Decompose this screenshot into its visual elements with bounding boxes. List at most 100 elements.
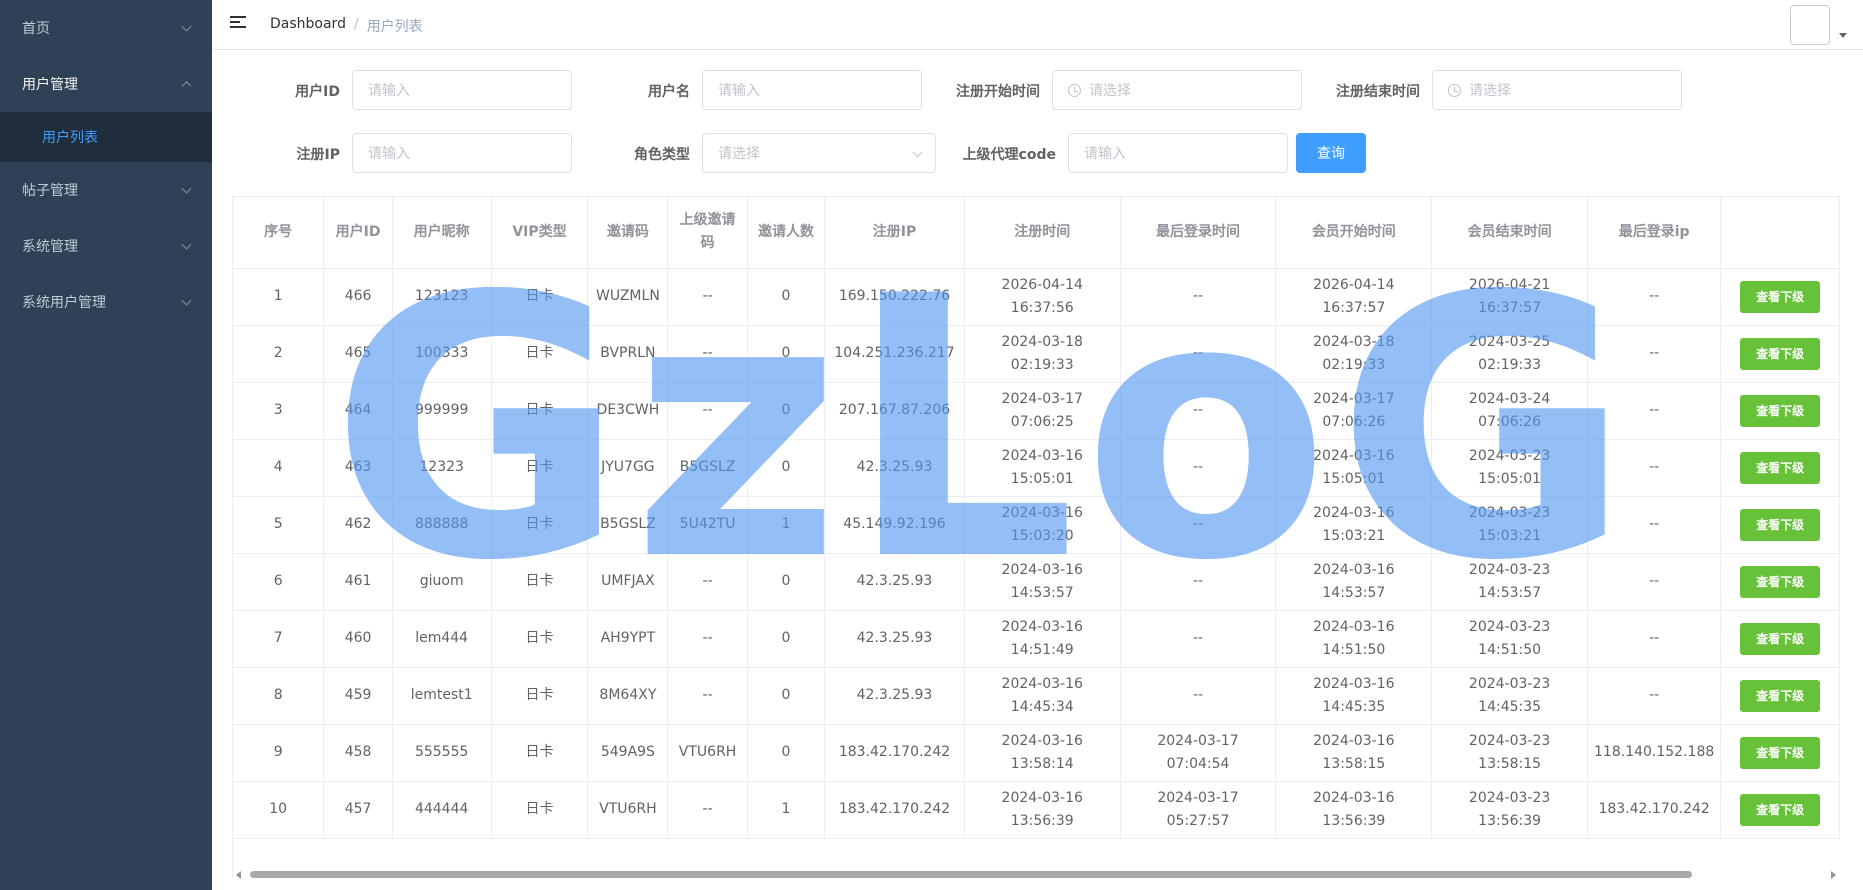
column-header: 邀请人数 (747, 197, 826, 269)
table-cell: 2024-03-23 14:45:35 (1431, 667, 1589, 725)
scroll-right-arrow-icon[interactable] (1831, 871, 1836, 879)
table-cell: -- (1120, 553, 1277, 611)
table-row: 3 464 999999 日卡 DE3CWH -- 0 207.167.87.206 2024-… (233, 382, 1840, 440)
user-id-label: 用户ID (295, 84, 340, 100)
table-cell: 0 (747, 724, 826, 782)
breadcrumb: Dashboard / 用户列表 (270, 16, 423, 36)
table-cell: 2024-03-16 13:58:14 (964, 724, 1121, 782)
column-header: 最后登录ip (1587, 197, 1722, 269)
view-subordinates-button[interactable]: 查看下级 (1740, 280, 1821, 313)
reg-end-picker[interactable]: 请选择 (1432, 70, 1682, 110)
table-cell: 2024-03-16 14:51:49 (964, 610, 1121, 668)
sidebar-item-home[interactable]: 首页 (0, 0, 212, 56)
view-subordinates-button[interactable]: 查看下级 (1740, 736, 1821, 769)
action-cell: 查看下级 (1720, 553, 1840, 611)
table-cell: 2024-03-18 02:19:33 (1275, 325, 1433, 383)
table-cell: -- (1120, 610, 1277, 668)
table-cell: -- (1120, 496, 1277, 554)
scrollbar-thumb[interactable] (250, 871, 1692, 878)
table-cell: 0 (747, 553, 826, 611)
table-cell: giuom (392, 553, 492, 611)
breadcrumb-current: 用户列表 (366, 19, 423, 35)
table-cell: 118.140.152.188 (1587, 724, 1722, 782)
table-cell: 999999 (392, 382, 492, 440)
table-cell: 2024-03-16 14:53:57 (1275, 553, 1433, 611)
table-cell: UMFJAX (587, 553, 669, 611)
user-id-input[interactable]: 请输入 (352, 70, 572, 110)
sidebar-item-user-management[interactable]: 用户管理 (0, 56, 212, 112)
column-header: 序号 (233, 197, 325, 269)
sidebar-item-system-management[interactable]: 系统管理 (0, 218, 212, 274)
username-label: 用户名 (648, 84, 690, 100)
column-header: 用户昵称 (392, 197, 492, 269)
view-subordinates-button[interactable]: 查看下级 (1740, 622, 1821, 655)
table-cell: 183.42.170.242 (1587, 781, 1722, 839)
view-subordinates-button[interactable]: 查看下级 (1740, 451, 1821, 484)
table-cell: 8M64XY (587, 667, 669, 725)
table-row: 7 460 lem444 日卡 AH9YPT -- 0 42.3.25.93 2024-03-1… (233, 610, 1840, 668)
horizontal-scrollbar[interactable] (232, 868, 1840, 880)
placeholder: 请选择 (718, 146, 760, 162)
sidebar-subitem-user-list[interactable]: 用户列表 (0, 112, 212, 162)
avatar[interactable] (1790, 5, 1830, 45)
table-cell: 555555 (392, 724, 492, 782)
column-header: 用户ID (323, 197, 393, 269)
view-subordinates-button[interactable]: 查看下级 (1740, 508, 1821, 541)
chevron-down-icon (181, 21, 192, 32)
view-subordinates-button[interactable]: 查看下级 (1740, 679, 1821, 712)
table-cell: -- (1587, 268, 1722, 326)
table-cell: -- (667, 553, 748, 611)
table-cell: 2024-03-16 13:56:39 (1275, 781, 1433, 839)
table-row: 2 465 100333 日卡 BVPRLN -- 0 104.251.236.217 2024… (233, 325, 1840, 383)
table-cell: 42.3.25.93 (824, 553, 965, 611)
table-cell: 2024-03-16 13:58:15 (1275, 724, 1433, 782)
table-cell: 207.167.87.206 (824, 382, 965, 440)
scroll-left-arrow-icon[interactable] (236, 871, 241, 879)
view-subordinates-button[interactable]: 查看下级 (1740, 337, 1821, 370)
table-cell: 2024-03-23 14:51:50 (1431, 610, 1589, 668)
column-header (1720, 197, 1840, 269)
table-cell: -- (1587, 610, 1722, 668)
table-cell: 183.42.170.242 (824, 781, 965, 839)
table-cell: -- (1587, 325, 1722, 383)
chevron-down-icon (912, 147, 923, 158)
table-cell: 7 (233, 610, 325, 668)
username-input[interactable]: 请输入 (702, 70, 922, 110)
view-subordinates-button[interactable]: 查看下级 (1740, 394, 1821, 427)
table-cell: 169.150.222.76 (824, 268, 965, 326)
table-cell: lemtest1 (392, 667, 492, 725)
role-select[interactable]: 请选择 (702, 133, 936, 173)
sidebar-item-system-user-management[interactable]: 系统用户管理 (0, 274, 212, 330)
action-cell: 查看下级 (1720, 268, 1840, 326)
view-subordinates-button[interactable]: 查看下级 (1740, 565, 1821, 598)
table-cell: -- (1587, 439, 1722, 497)
action-cell: 查看下级 (1720, 724, 1840, 782)
reg-start-picker[interactable]: 请选择 (1052, 70, 1302, 110)
table-cell: 2024-03-16 13:56:39 (964, 781, 1121, 839)
reg-ip-input[interactable]: 请输入 (352, 133, 572, 173)
agent-code-input[interactable]: 请输入 (1068, 133, 1288, 173)
table-cell: 2024-03-16 14:45:34 (964, 667, 1121, 725)
sidebar-item-post-management[interactable]: 帖子管理 (0, 162, 212, 218)
table-cell: DE3CWH (587, 382, 669, 440)
table-cell: 2024-03-16 15:03:21 (1275, 496, 1433, 554)
table-cell: 464 (323, 382, 393, 440)
action-cell: 查看下级 (1720, 781, 1840, 839)
table-cell: -- (1587, 382, 1722, 440)
table-row: 10 457 444444 日卡 VTU6RH -- 1 183.42.170.242 2024… (233, 781, 1840, 839)
table-cell: 2024-03-18 02:19:33 (964, 325, 1121, 383)
query-button[interactable]: 查询 (1296, 133, 1366, 173)
view-subordinates-button[interactable]: 查看下级 (1740, 793, 1821, 826)
hamburger-icon[interactable] (230, 16, 246, 30)
caret-down-icon[interactable] (1839, 33, 1847, 38)
table-cell: 日卡 (491, 439, 589, 497)
table-cell: 6 (233, 553, 325, 611)
placeholder: 请选择 (1469, 83, 1511, 99)
table-cell: WUZMLN (587, 268, 669, 326)
table-cell: 10 (233, 781, 325, 839)
table-header-row: 序号 用户ID 用户昵称 VIP类型 邀请码 上级邀请码 邀请人数 注册IP 注册时间 最后登录时… (233, 197, 1840, 269)
placeholder: 请输入 (368, 146, 410, 162)
table-cell: -- (1120, 268, 1277, 326)
breadcrumb-home[interactable]: Dashboard (270, 16, 346, 36)
table-row: 5 462 888888 日卡 B5GSLZ 5U42TU 1 45.149.92.196 20… (233, 496, 1840, 554)
